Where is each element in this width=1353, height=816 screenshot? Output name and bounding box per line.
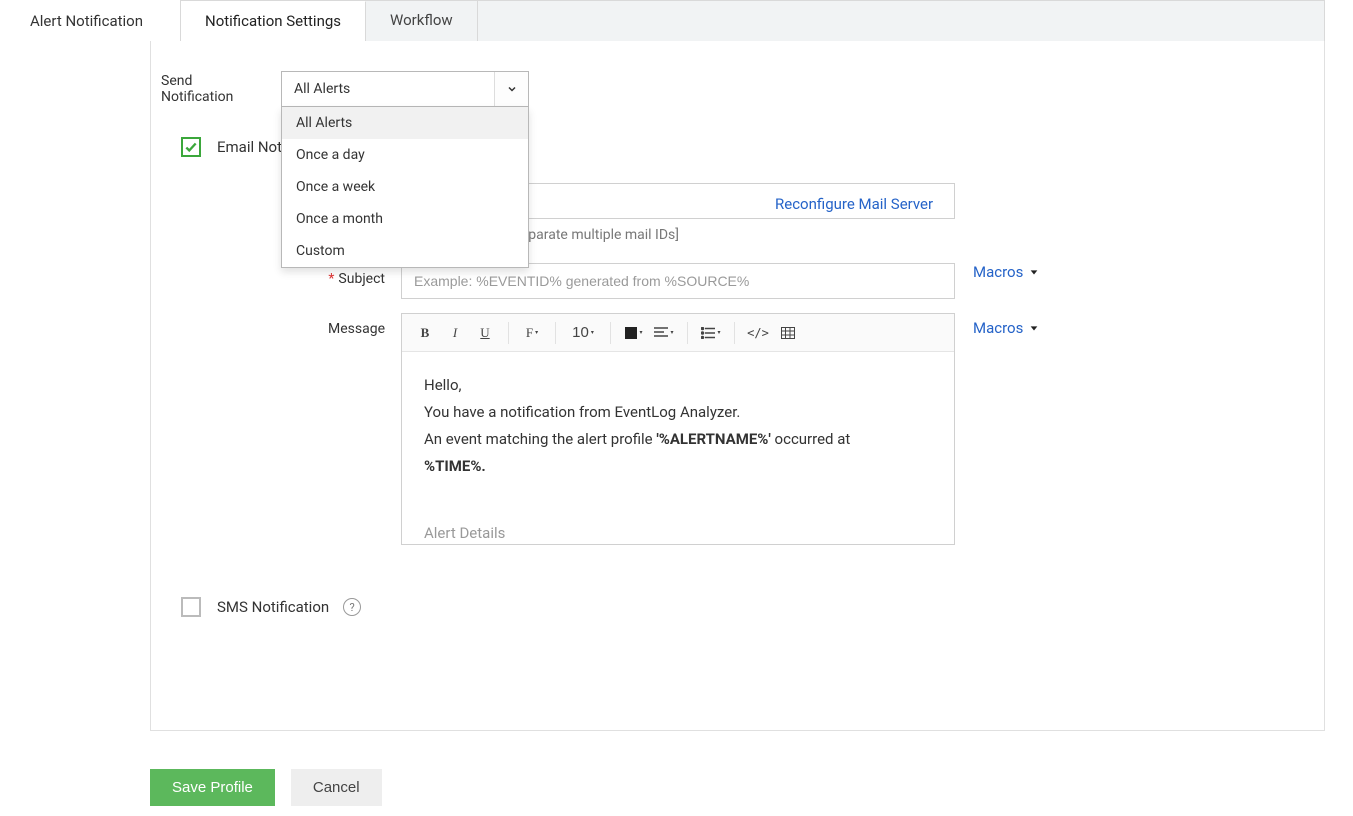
tab-notification-settings[interactable]: Notification Settings bbox=[181, 1, 366, 41]
list-icon[interactable]: ▾ bbox=[698, 320, 724, 346]
settings-panel: Send Notification All Alerts All Alerts … bbox=[150, 41, 1325, 731]
to-hint: [Use comma to separate multiple mail IDs… bbox=[416, 227, 1294, 243]
subject-macros-button[interactable]: Macros bbox=[973, 263, 1039, 281]
sms-notification-label: SMS Notification bbox=[217, 598, 329, 616]
dropdown-option[interactable]: Custom bbox=[282, 235, 528, 267]
message-cutoff: Alert Details bbox=[424, 520, 932, 544]
reconfigure-mail-server-link[interactable]: Reconfigure Mail Server bbox=[775, 195, 933, 213]
table-icon[interactable] bbox=[775, 320, 801, 346]
sms-notification-checkbox[interactable] bbox=[181, 597, 201, 617]
separator bbox=[610, 322, 611, 344]
message-line3: %TIME%. bbox=[424, 453, 932, 480]
chevron-down-icon[interactable] bbox=[494, 72, 528, 106]
send-notification-select[interactable]: All Alerts All Alerts Once a day Once a … bbox=[281, 71, 529, 107]
send-notification-label: Send Notification bbox=[161, 73, 281, 105]
separator bbox=[508, 322, 509, 344]
font-family-icon[interactable]: F▾ bbox=[519, 320, 545, 346]
text-color-icon[interactable]: ▾ bbox=[621, 320, 647, 346]
footer-actions: Save Profile Cancel bbox=[150, 769, 382, 806]
editor-toolbar: B I U F▾ 10▾ ▾ ▾ ▾ bbox=[402, 314, 954, 352]
font-size-picker[interactable]: 10▾ bbox=[566, 320, 600, 346]
dropdown-option[interactable]: Once a week bbox=[282, 171, 528, 203]
help-icon[interactable]: ? bbox=[343, 598, 361, 616]
send-notification-value: All Alerts bbox=[294, 81, 350, 97]
tab-workflow[interactable]: Workflow bbox=[366, 1, 478, 41]
page-title: Alert Notification bbox=[30, 12, 143, 30]
tab-strip: Notification Settings Workflow bbox=[180, 0, 1325, 41]
message-greeting: Hello, bbox=[424, 372, 932, 399]
align-icon[interactable]: ▾ bbox=[651, 320, 677, 346]
message-label: Message bbox=[181, 313, 401, 337]
message-line1: You have a notification from EventLog An… bbox=[424, 399, 932, 426]
subject-input[interactable] bbox=[401, 263, 955, 299]
message-macros-button[interactable]: Macros bbox=[973, 319, 1039, 337]
dropdown-option[interactable]: Once a day bbox=[282, 139, 528, 171]
separator bbox=[734, 322, 735, 344]
dropdown-option[interactable]: Once a month bbox=[282, 203, 528, 235]
message-line2: An event matching the alert profile '%AL… bbox=[424, 426, 932, 453]
separator bbox=[555, 322, 556, 344]
email-notification-checkbox[interactable] bbox=[181, 137, 201, 157]
cancel-button[interactable]: Cancel bbox=[291, 769, 382, 806]
send-notification-dropdown: All Alerts Once a day Once a week Once a… bbox=[281, 107, 529, 268]
save-profile-button[interactable]: Save Profile bbox=[150, 769, 275, 806]
underline-icon[interactable]: U bbox=[472, 320, 498, 346]
message-body[interactable]: Hello, You have a notification from Even… bbox=[402, 352, 954, 544]
separator bbox=[687, 322, 688, 344]
dropdown-option[interactable]: All Alerts bbox=[282, 107, 528, 139]
code-icon[interactable]: </> bbox=[745, 320, 771, 346]
italic-icon[interactable]: I bbox=[442, 320, 468, 346]
bold-icon[interactable]: B bbox=[412, 320, 438, 346]
message-editor: B I U F▾ 10▾ ▾ ▾ ▾ bbox=[401, 313, 955, 545]
sms-notification-row: SMS Notification ? bbox=[181, 597, 1294, 617]
